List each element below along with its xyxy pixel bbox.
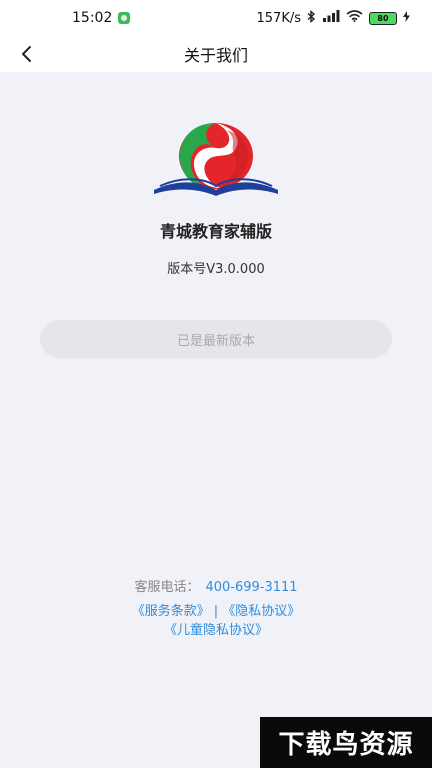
- link-separator: |: [213, 604, 219, 619]
- app-name: 青城教育家辅版: [159, 222, 272, 241]
- child-privacy-row: 《儿童隐私协议》: [0, 619, 432, 638]
- update-status-label: 已是最新版本: [176, 333, 255, 349]
- app-logo: [150, 120, 282, 200]
- chevron-left-icon: [22, 46, 31, 62]
- status-left: 15:02: [72, 10, 131, 26]
- status-bar: 15:02 157K/s 80: [0, 0, 432, 36]
- network-speed: 157K/s: [256, 10, 302, 26]
- child-privacy-policy-link[interactable]: 《儿童隐私协议》: [164, 623, 268, 638]
- service-label: 客服电话：: [134, 580, 200, 595]
- chat-notification-icon: [118, 12, 131, 24]
- page-title: 关于我们: [183, 46, 248, 65]
- legal-links: 《服务条款》 | 《隐私协议》: [0, 600, 432, 619]
- terms-of-service-link[interactable]: 《服务条款》: [132, 604, 210, 619]
- wifi-icon: [346, 10, 363, 26]
- customer-service-line: 客服电话： 400-699-3111: [0, 576, 432, 595]
- check-update-button[interactable]: 已是最新版本: [40, 320, 392, 358]
- status-time: 15:02: [72, 10, 113, 26]
- watermark-text: 下载鸟资源: [278, 730, 414, 760]
- back-button[interactable]: [12, 40, 40, 68]
- charging-icon: [403, 10, 410, 26]
- navigation-header: 关于我们: [0, 36, 432, 72]
- version-number: 版本号V3.0.000: [167, 262, 265, 277]
- service-phone-link[interactable]: 400-699-3111: [205, 580, 297, 595]
- privacy-policy-link[interactable]: 《隐私协议》: [222, 604, 300, 619]
- status-right: 157K/s 80: [256, 9, 410, 27]
- signal-icon: [322, 10, 340, 26]
- watermark-banner: 下载鸟资源: [260, 717, 432, 768]
- battery-indicator: 80: [369, 11, 397, 25]
- bluetooth-icon: [307, 9, 316, 27]
